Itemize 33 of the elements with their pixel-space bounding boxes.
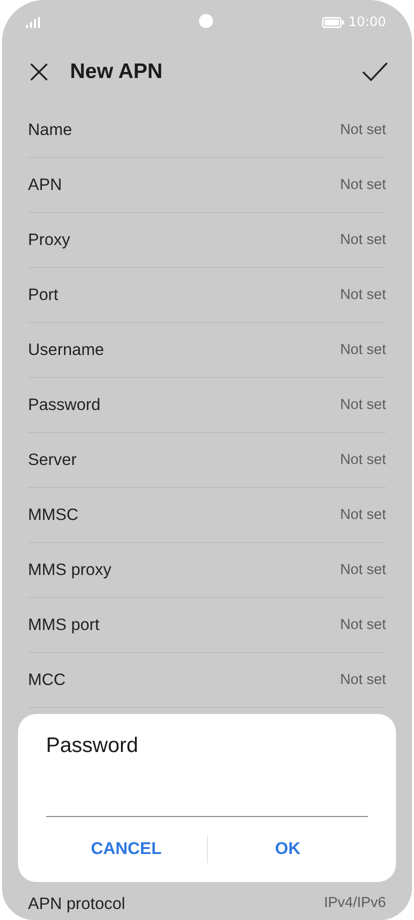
setting-value: Not set	[340, 122, 386, 138]
setting-label[interactable]: MMS port	[28, 616, 100, 634]
dialog-title: Password	[46, 734, 140, 758]
dialog-button[interactable]: CANCEL	[46, 831, 206, 867]
setting-value: Not set	[340, 397, 386, 413]
setting-value: Not set	[340, 507, 386, 523]
setting-label[interactable]: APN	[28, 176, 62, 194]
signal-icon	[26, 16, 40, 28]
setting-value: Not set	[340, 562, 386, 578]
setting-value: Not set	[340, 342, 386, 358]
setting-value: Not set	[340, 672, 386, 688]
setting-label[interactable]: Proxy	[28, 230, 70, 250]
setting-value: Not set	[340, 617, 386, 633]
setting-label[interactable]: Name	[28, 120, 72, 140]
setting-value: Not set	[340, 177, 386, 193]
setting-value: Not set	[340, 287, 386, 303]
setting-label[interactable]: Port	[28, 286, 58, 304]
setting-label[interactable]: MMS proxy	[28, 560, 112, 580]
setting-value: Not set	[340, 232, 386, 248]
setting-value: Not set	[340, 452, 386, 468]
camera-hole-icon	[199, 14, 213, 28]
setting-label[interactable]: APN protocol	[28, 895, 126, 914]
dialog-button[interactable]: OK	[208, 831, 368, 867]
setting-label[interactable]: Password	[28, 396, 100, 414]
battery-icon	[322, 16, 344, 28]
setting-label[interactable]: Username	[28, 340, 104, 360]
screen-title: New APN	[70, 60, 164, 84]
setting-label[interactable]: Server	[28, 450, 77, 470]
setting-value: IPv4/IPv6	[324, 895, 386, 913]
close-icon[interactable]	[30, 63, 48, 81]
setting-label[interactable]: MMSC	[28, 506, 78, 524]
setting-label[interactable]: MCC	[28, 670, 66, 690]
checkmark-icon[interactable]	[362, 62, 388, 82]
